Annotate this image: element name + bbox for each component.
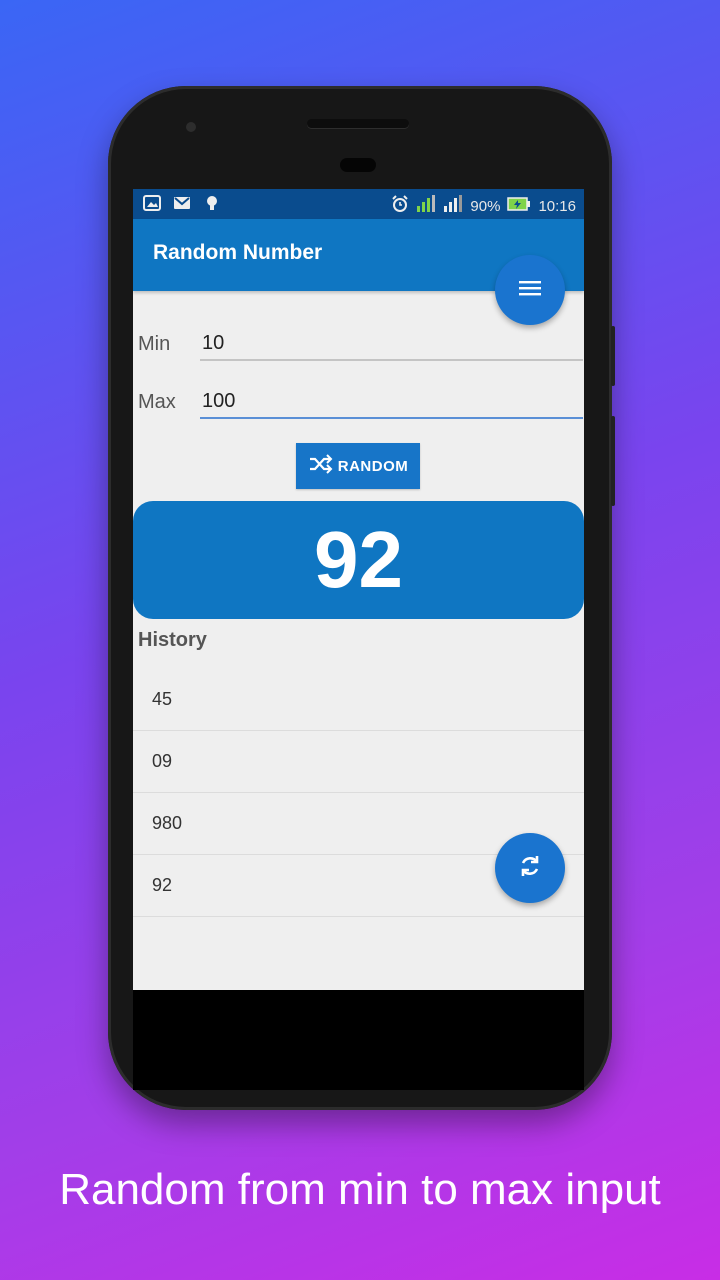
clock: 10:16: [538, 197, 576, 215]
promo-caption: Random from min to max input: [59, 1165, 661, 1214]
phone-bottom-bezel: [133, 990, 584, 1090]
power-button: [611, 416, 615, 506]
photo-notification-icon: [143, 195, 161, 211]
volume-button: [611, 326, 615, 386]
proximity-sensor: [340, 158, 376, 172]
min-input[interactable]: [200, 327, 583, 361]
refresh-fab-button[interactable]: [495, 833, 565, 903]
history-title: History: [138, 629, 207, 651]
refresh-icon: [516, 852, 544, 885]
app-screen: 90% 10:16 Random Number Min Max RANDOM 9…: [133, 189, 584, 990]
result-value: 92: [314, 515, 403, 604]
battery-charging-icon: [507, 196, 531, 216]
mail-notification-icon: [173, 195, 191, 211]
status-bar: 90% 10:16: [133, 189, 584, 219]
result-display: 92: [133, 501, 584, 619]
alarm-icon: [391, 195, 409, 217]
min-label: Min: [138, 333, 171, 355]
hamburger-menu-icon: [517, 278, 543, 303]
random-button[interactable]: RANDOM: [296, 443, 420, 489]
max-input[interactable]: [200, 385, 583, 419]
battery-percent: 90%: [470, 197, 501, 215]
front-camera: [186, 122, 196, 132]
shuffle-icon: [308, 454, 334, 478]
bulb-notification-icon: [203, 195, 221, 211]
max-label: Max: [138, 391, 176, 413]
history-item[interactable]: 09: [133, 731, 584, 793]
signal-sim2-icon: [443, 195, 463, 217]
earpiece-speaker: [307, 119, 409, 128]
signal-sim1-icon: [416, 195, 436, 217]
menu-fab-button[interactable]: [495, 255, 565, 325]
app-title: Random Number: [153, 241, 323, 264]
random-button-label: RANDOM: [337, 457, 409, 475]
history-item[interactable]: 45: [133, 669, 584, 731]
